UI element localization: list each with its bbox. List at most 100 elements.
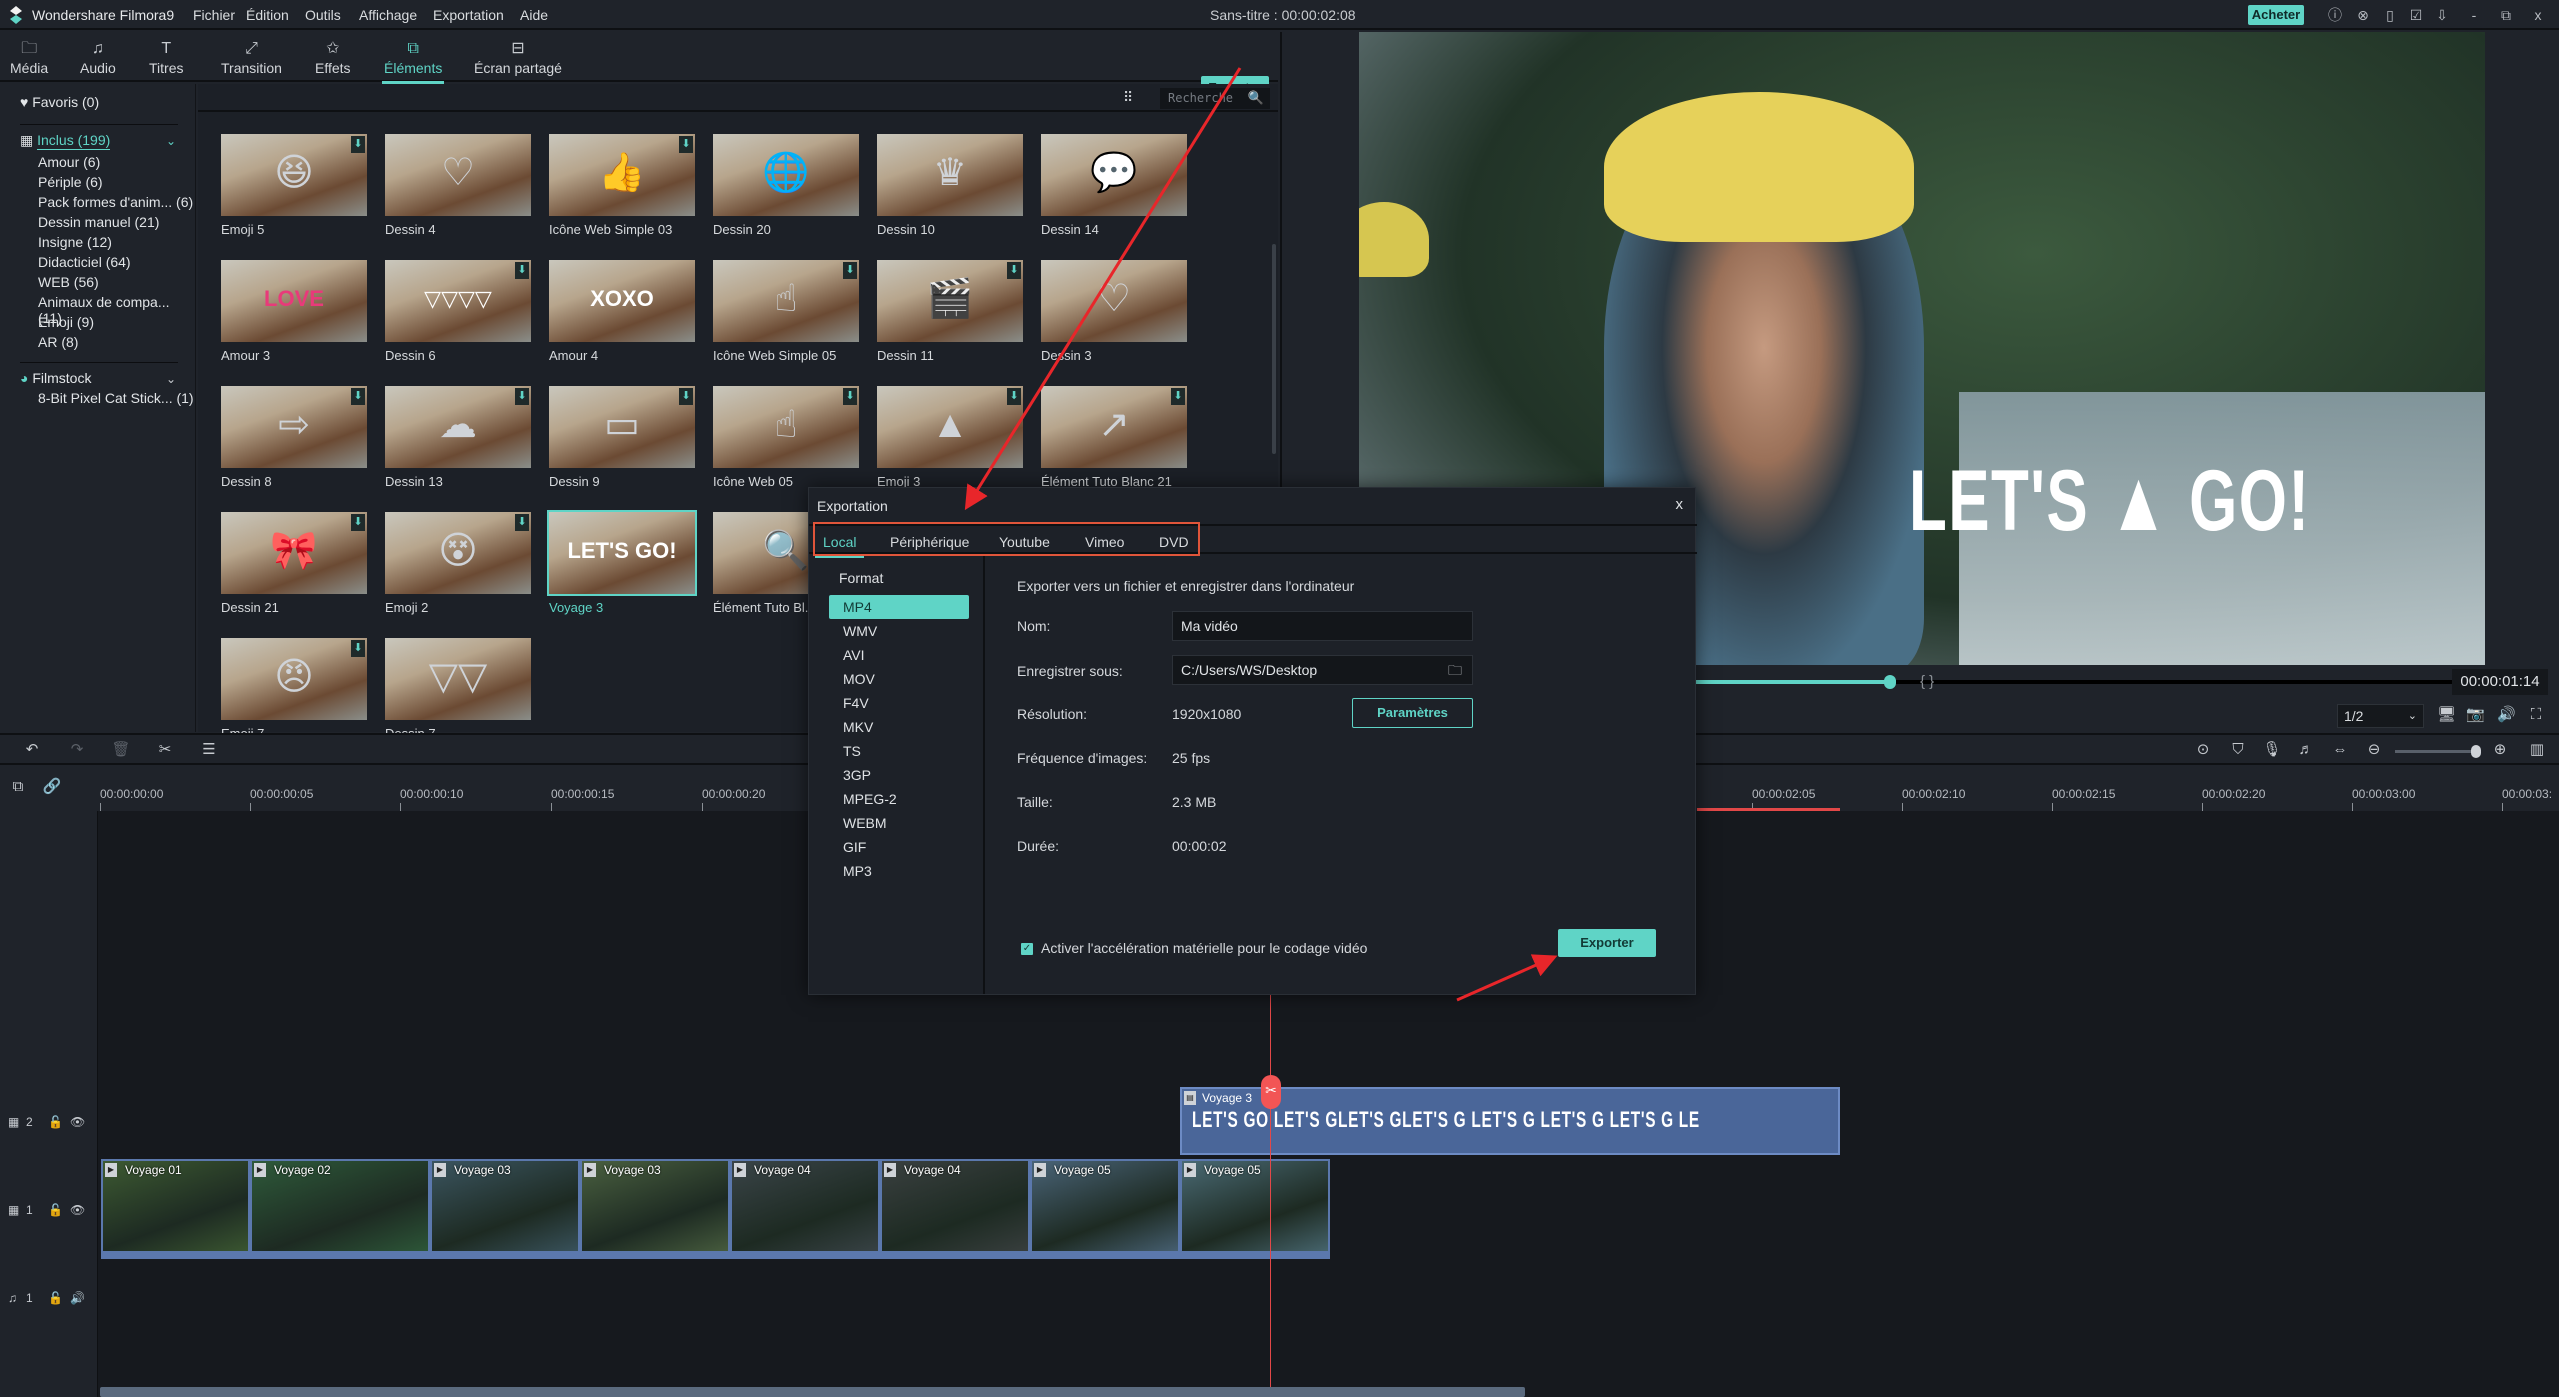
element-thumbnail[interactable]: ▭ ⬇ — [549, 386, 695, 468]
chevron-down-icon[interactable]: ⌄ — [166, 134, 176, 148]
account-icon[interactable]: ⊗ — [2355, 6, 2371, 24]
name-input[interactable]: Ma vidéo — [1172, 611, 1473, 641]
sidebar-item[interactable]: Insigne (12) — [38, 234, 112, 250]
format-option-mov[interactable]: MOV — [829, 667, 969, 691]
download-icon[interactable]: ⬇ — [679, 388, 693, 405]
save-icon[interactable]: ▯ — [2382, 6, 2398, 24]
download-icon[interactable]: ⬇ — [351, 640, 365, 657]
download-icon[interactable]: ⬇ — [679, 136, 693, 153]
element-thumbnail[interactable]: ♡ — [385, 134, 531, 216]
menu-edition[interactable]: Édition — [246, 7, 289, 23]
zoom-in-icon[interactable]: ⊕ — [2490, 740, 2510, 760]
close-icon[interactable]: x — [1676, 496, 1684, 513]
sidebar-favorites[interactable]: ♥ Favoris (0) — [20, 94, 99, 110]
element-thumbnail[interactable]: ▲ ⬇ — [877, 386, 1023, 468]
sidebar-item[interactable]: Didacticiel (64) — [38, 254, 131, 270]
video-clip[interactable]: ▶ Voyage 05 — [1030, 1159, 1180, 1259]
vertical-scrollbar[interactable] — [1272, 244, 1276, 454]
undo-icon[interactable]: ↶ — [22, 740, 42, 760]
video-clip[interactable]: ▶ Voyage 01 — [101, 1159, 250, 1259]
format-option-mp4[interactable]: MP4 — [829, 595, 969, 619]
lock-icon[interactable]: 🔓 — [48, 1203, 63, 1217]
visibility-icon[interactable]: 👁 — [70, 1203, 85, 1217]
scrubber-handle[interactable] — [1884, 675, 1897, 689]
info-icon[interactable]: ⓘ — [2327, 6, 2343, 24]
download-icon[interactable]: ⬇ — [515, 262, 529, 279]
notifications-icon[interactable]: ☑ — [2408, 6, 2424, 24]
adjust-icon[interactable]: ☰ — [199, 740, 219, 760]
format-option-ts[interactable]: TS — [829, 739, 969, 763]
save-location-input[interactable]: C:/Users/WS/Desktop 🗀 — [1172, 655, 1473, 685]
download-icon[interactable]: ⬇ — [515, 514, 529, 531]
element-thumbnail[interactable]: ♡ — [1041, 260, 1187, 342]
fullscreen-icon[interactable]: ⛶ — [2527, 706, 2545, 724]
minimize-icon[interactable]: - — [2466, 6, 2482, 24]
download-icon[interactable]: ⬇ — [351, 388, 365, 405]
fit-timeline-icon[interactable]: ⇔ — [2330, 740, 2350, 760]
download-icon[interactable]: ⬇ — [351, 136, 365, 153]
volume-icon[interactable]: 🔊 — [70, 1291, 85, 1305]
element-thumbnail[interactable]: 💬 — [1041, 134, 1187, 216]
redo-icon[interactable]: ↷ — [67, 740, 87, 760]
format-option-3gp[interactable]: 3GP — [829, 763, 969, 787]
sidebar-item[interactable]: AR (8) — [38, 334, 78, 350]
element-thumbnail[interactable]: 😠 ⬇ — [221, 638, 367, 720]
format-option-wmv[interactable]: WMV — [829, 619, 969, 643]
element-thumbnail[interactable]: ▽▽▽▽ ⬇ — [385, 260, 531, 342]
visibility-icon[interactable]: 👁 — [70, 1115, 85, 1129]
element-thumbnail[interactable]: 🌐 — [713, 134, 859, 216]
element-thumbnail[interactable]: LET'S GO! — [547, 510, 697, 596]
audio-mixer-icon[interactable]: ♬ — [2296, 740, 2316, 760]
element-thumbnail[interactable]: XOXO — [549, 260, 695, 342]
sidebar-item[interactable]: Pack formes d'anim... (6) — [38, 194, 193, 210]
sidebar-item[interactable]: 8-Bit Pixel Cat Stick... (1) — [38, 390, 194, 406]
cut-icon[interactable]: ✂ — [155, 740, 175, 760]
settings-button[interactable]: Paramètres — [1352, 698, 1473, 728]
folder-icon[interactable]: 🗀 — [1448, 656, 1462, 684]
render-preview-icon[interactable]: ⊙ — [2193, 740, 2213, 760]
zoom-slider[interactable] — [2395, 750, 2475, 753]
display-settings-icon[interactable]: 🖥 — [2437, 706, 2456, 724]
menu-affichage[interactable]: Affichage — [359, 7, 417, 23]
tab-transition[interactable]: ⤢ Transition — [221, 38, 282, 76]
buy-button[interactable]: Acheter — [2248, 5, 2304, 25]
tab-effects[interactable]: ✩ Effets — [315, 38, 351, 76]
element-thumbnail[interactable]: ☝ ⬇ — [713, 386, 859, 468]
lock-icon[interactable]: 🔓 — [48, 1115, 63, 1129]
tab-media[interactable]: 🗀 Média — [10, 38, 48, 76]
element-thumbnail[interactable]: 👍 ⬇ — [549, 134, 695, 216]
element-thumbnail[interactable]: ♛ — [877, 134, 1023, 216]
zoom-slider-handle[interactable] — [2471, 745, 2481, 758]
menu-aide[interactable]: Aide — [520, 7, 548, 23]
tab-split-screen[interactable]: ⊟ Écran partagé — [474, 38, 562, 76]
chevron-down-icon[interactable]: ⌄ — [166, 372, 176, 386]
video-clip[interactable]: ▶ Voyage 03 — [580, 1159, 730, 1259]
add-track-icon[interactable]: ⧉ — [8, 777, 28, 797]
download-icon[interactable]: ⬇ — [1171, 388, 1185, 405]
format-option-mp3[interactable]: MP3 — [829, 859, 969, 883]
mark-in-out-icon[interactable]: { } — [1920, 673, 1934, 690]
format-option-gif[interactable]: GIF — [829, 835, 969, 859]
tab-titles[interactable]: T Titres — [149, 38, 183, 76]
format-option-avi[interactable]: AVI — [829, 643, 969, 667]
hw-accel-checkbox[interactable]: ✓ — [1021, 943, 1033, 955]
video-clip[interactable]: ▶ Voyage 03 — [430, 1159, 580, 1259]
volume-icon[interactable]: 🔊 — [2497, 706, 2516, 724]
element-thumbnail[interactable]: LOVE — [221, 260, 367, 342]
playhead-handle[interactable]: ✂ — [1261, 1075, 1281, 1109]
menu-exportation[interactable]: Exportation — [433, 7, 504, 23]
sidebar-filmstock[interactable]: ◕ Filmstock — [20, 370, 91, 386]
search-input[interactable]: Recherche 🔍 — [1160, 88, 1270, 109]
element-thumbnail[interactable]: ↗ ⬇ — [1041, 386, 1187, 468]
sidebar-included[interactable]: ▦ Inclus (199) — [20, 132, 111, 150]
delete-icon[interactable]: 🗑 — [111, 740, 131, 760]
download-icon[interactable]: ⬇ — [1007, 262, 1021, 279]
sidebar-item[interactable]: Amour (6) — [38, 154, 100, 170]
menu-fichier[interactable]: Fichier — [193, 7, 235, 23]
link-icon[interactable]: 🔗 — [42, 777, 62, 797]
video-clip[interactable]: ▶ Voyage 02 — [250, 1159, 430, 1259]
element-thumbnail[interactable]: ▽▽ — [385, 638, 531, 720]
download-icon[interactable]: ⬇ — [351, 514, 365, 531]
sidebar-item[interactable]: WEB (56) — [38, 274, 99, 290]
element-thumbnail[interactable]: ☝ ⬇ — [713, 260, 859, 342]
